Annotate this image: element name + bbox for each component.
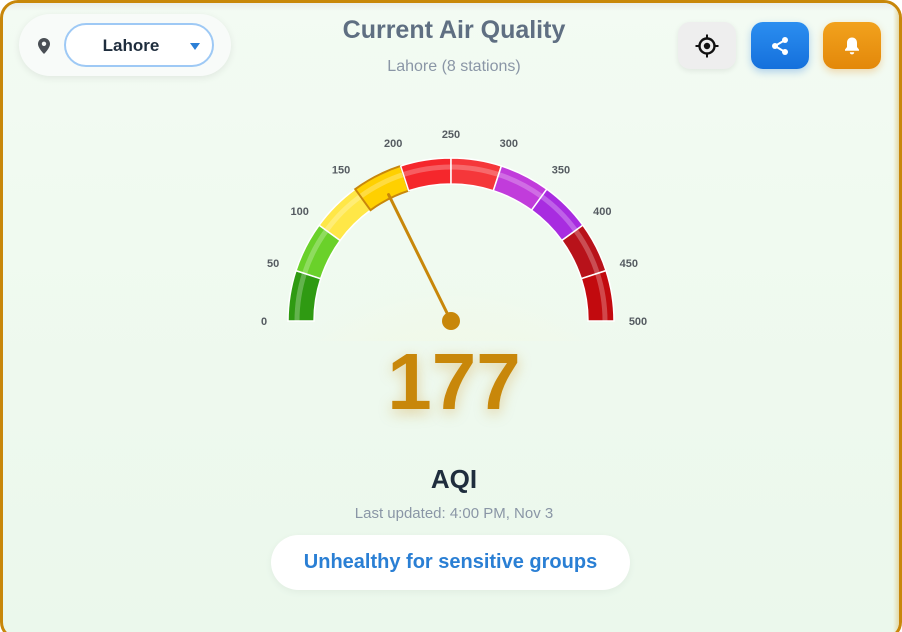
location-select-value: Lahore	[102, 36, 160, 55]
gauge-tick-label: 500	[629, 316, 647, 328]
page-subtitle: Lahore (8 stations)	[387, 58, 521, 75]
air-quality-card: Lahore Current Air Quality Lahore (8 sta…	[0, 0, 902, 632]
gauge-tick-label: 150	[332, 165, 350, 177]
aqi-gauge: 0 50 100 150 200 250 300 350 400 450 500	[261, 129, 647, 341]
gauge-tick-label: 200	[384, 138, 402, 150]
share-button[interactable]	[751, 22, 809, 69]
gauge-tick-label: 100	[291, 206, 309, 218]
map-pin-icon	[38, 38, 50, 54]
share-icon	[772, 36, 788, 55]
gauge-tick-label: 450	[620, 258, 638, 270]
locate-button[interactable]	[678, 22, 736, 69]
bell-icon	[845, 37, 859, 54]
aqi-label: AQI	[430, 464, 478, 494]
location-select[interactable]: Lahore	[64, 23, 214, 67]
gauge-tick-label: 400	[593, 206, 611, 218]
last-updated: Last updated: 4:00 PM, Nov 3	[354, 505, 554, 522]
status-badge: Unhealthy for sensitive groups	[271, 535, 630, 590]
crosshair-icon	[695, 34, 719, 57]
alert-button[interactable]	[823, 22, 881, 69]
gauge-needle-hub	[442, 312, 460, 330]
gauge-tick-label: 350	[552, 165, 570, 177]
gauge-tick-label: 300	[500, 138, 518, 150]
chevron-down-icon[interactable]	[190, 43, 200, 50]
location-picker: Lahore	[19, 14, 231, 76]
gauge-tick-label: 50	[267, 258, 279, 270]
page-title: Current Air Quality	[342, 16, 566, 44]
gauge-tick-label: 250	[442, 129, 460, 141]
aqi-value: 177	[387, 337, 521, 426]
gauge-tick-label: 0	[261, 316, 267, 328]
